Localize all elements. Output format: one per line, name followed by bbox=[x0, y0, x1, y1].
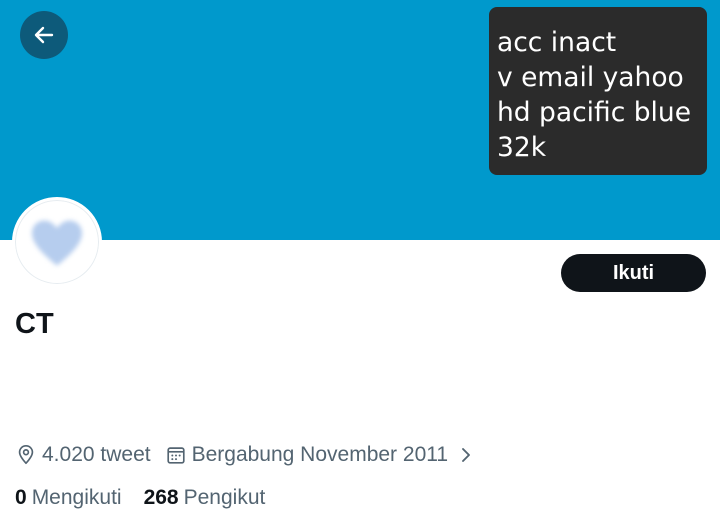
join-date: Bergabung November 2011 bbox=[165, 443, 448, 467]
following-label: Mengikuti bbox=[31, 486, 122, 509]
heart-icon bbox=[32, 220, 82, 266]
follow-stats: 0 Mengikuti 268 Pengikut bbox=[15, 484, 265, 512]
follow-button[interactable]: Ikuti bbox=[561, 254, 706, 292]
caption-line: acc inact bbox=[497, 27, 617, 58]
avatar[interactable] bbox=[12, 197, 102, 287]
join-date-text: Bergabung November 2011 bbox=[191, 443, 449, 466]
followers-count: 268 bbox=[143, 486, 179, 509]
caption-line: v email yahoo bbox=[497, 62, 684, 93]
chevron-right-icon[interactable] bbox=[458, 444, 474, 466]
caption-line: hd pacific blue bbox=[497, 97, 692, 128]
calendar-icon bbox=[165, 444, 187, 466]
tweet-count: 4.020 tweet bbox=[15, 443, 151, 467]
profile-name: CT bbox=[15, 308, 54, 340]
caption-line: 32k bbox=[497, 132, 547, 163]
tweet-count-text: 4.020 tweet bbox=[42, 443, 151, 466]
arrow-left-icon bbox=[34, 26, 54, 44]
following-count: 0 bbox=[15, 486, 27, 509]
location-pin-icon bbox=[15, 444, 37, 466]
following-link[interactable]: 0 Mengikuti bbox=[15, 486, 122, 510]
back-button[interactable] bbox=[20, 11, 68, 59]
banner-caption: acc inact v email yahoo hd pacific blue … bbox=[489, 7, 707, 175]
followers-link[interactable]: 268 Pengikut bbox=[144, 486, 266, 510]
profile-meta: 4.020 tweet Bergabung November 2011 bbox=[15, 441, 474, 469]
followers-label: Pengikut bbox=[183, 486, 266, 509]
